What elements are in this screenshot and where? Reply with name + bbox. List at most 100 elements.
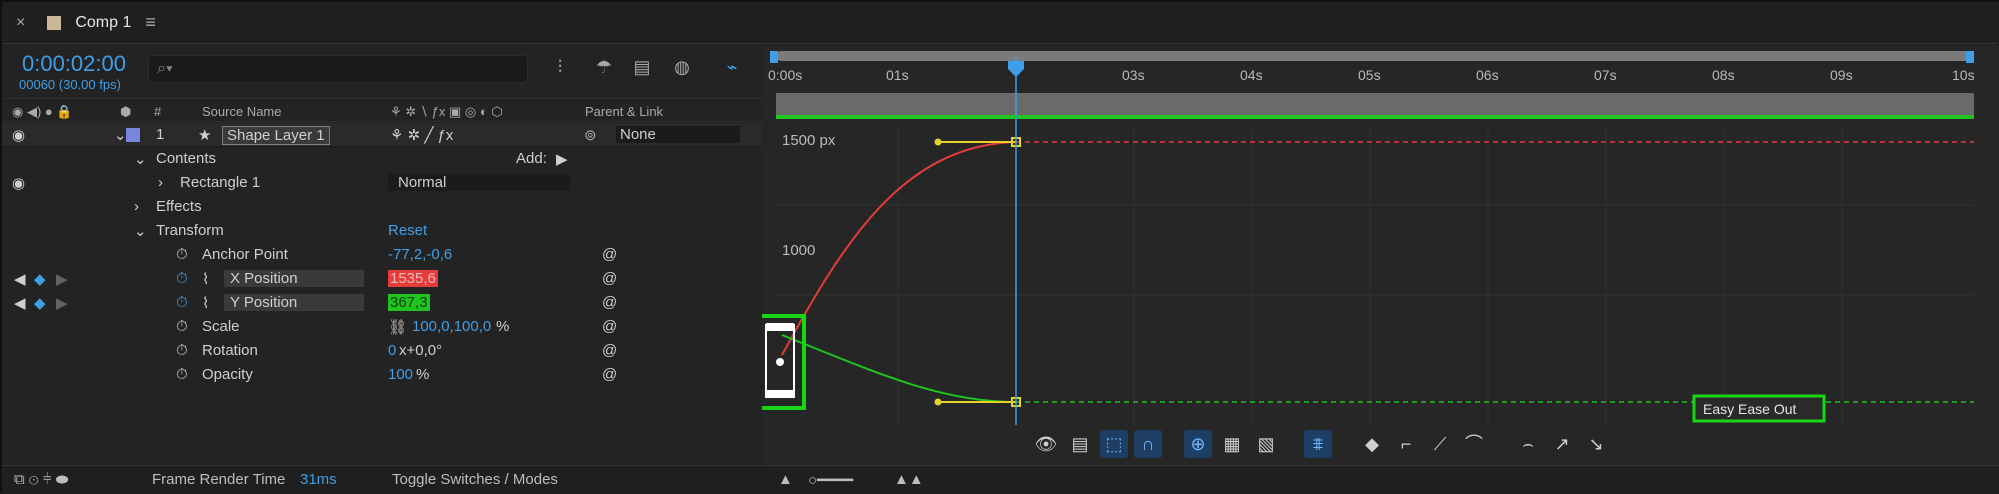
comp-flowchart-icon[interactable]: ⫶ (548, 55, 572, 79)
anchor-point-value[interactable]: -77,2,-0,6 (388, 246, 452, 263)
chevron-down-icon[interactable]: ⌄ (134, 222, 147, 240)
effects-row[interactable]: › Effects (2, 195, 762, 219)
zoom-out-icon[interactable]: ▲ (778, 471, 793, 488)
work-area-bar[interactable] (776, 93, 1974, 115)
edit-keyframe-icon[interactable]: ◆ (1358, 430, 1386, 458)
rotation-revolutions[interactable]: 0 (388, 342, 396, 359)
reset-link[interactable]: Reset (388, 222, 427, 239)
parent-dropdown[interactable]: None (616, 126, 740, 143)
chevron-down-icon[interactable]: ⌄ (134, 150, 147, 168)
anchor-point-row[interactable]: ⏱ Anchor Point -77,2,-0,6 @ (2, 243, 762, 267)
render-icons[interactable]: ⧉ ⊙ ⫩ ⬬ (14, 471, 68, 488)
prev-keyframe-icon[interactable]: ◀ (14, 294, 26, 312)
graph-editor-canvas[interactable]: 0:00s 01s 03s 04s 05s 06s 07s 08s 09s 10… (754, 45, 1999, 494)
y-position-value[interactable]: 367,3 (388, 294, 430, 311)
contents-row[interactable]: ⌄ Contents Add: ▶ (2, 147, 762, 171)
add-keyframe-icon[interactable]: ◆ (34, 294, 46, 312)
zoom-slider[interactable]: ○━━━━ (808, 471, 853, 489)
visibility-eye-icon[interactable]: ◉ (12, 126, 25, 144)
chevron-right-icon[interactable]: › (158, 174, 163, 191)
ruler-tick-1: 01s (886, 67, 909, 83)
column-header: ◉ ◀) ● 🔒 ⬢ # Source Name ⚘ ✲ ∖ ƒx ▣ ◎ ◐ … (2, 98, 762, 122)
stopwatch-icon[interactable]: ⏱ (176, 342, 188, 359)
expression-pickwhip-icon[interactable]: @ (602, 270, 617, 287)
frame-blending-icon[interactable]: ▤ (630, 55, 654, 79)
expression-pickwhip-icon[interactable]: @ (602, 342, 617, 359)
graph-editor-icon[interactable]: ⌁ (720, 55, 744, 79)
opacity-unit: % (416, 366, 430, 383)
stopwatch-icon[interactable]: ⏱ (176, 294, 188, 311)
time-navigator[interactable] (776, 51, 1974, 61)
easy-ease-icon[interactable]: ⌢ (1514, 430, 1542, 458)
hamburger-icon[interactable]: ≡ (145, 12, 156, 33)
y-position-row[interactable]: ◀ ◆ ▶ ⏱ ⌇ Y Position 367,3 @ (2, 291, 762, 315)
fit-all-icon[interactable]: ▧ (1252, 430, 1280, 458)
expression-pickwhip-icon[interactable]: @ (602, 294, 617, 311)
next-keyframe-icon[interactable]: ▶ (56, 270, 68, 288)
add-play-icon[interactable]: ▶ (556, 150, 568, 168)
y-position-curve[interactable] (781, 334, 1017, 403)
current-timecode[interactable]: 0:00:02:00 (22, 51, 126, 77)
separate-dimensions-icon[interactable]: ⩨ (1304, 430, 1332, 458)
easy-ease-in-icon[interactable]: ↗ (1548, 430, 1576, 458)
opacity-row[interactable]: ⏱ Opacity 100 % @ (2, 363, 762, 387)
x-position-curve[interactable] (781, 141, 1017, 356)
auto-zoom-icon[interactable]: ⊕ (1184, 430, 1212, 458)
graph-options-icon[interactable]: ▤ (1066, 430, 1094, 458)
rotation-row[interactable]: ⏱ Rotation 0 x+0,0° @ (2, 339, 762, 363)
layer-row[interactable]: ◉ ⌄ 1 ★ Shape Layer 1 ⚘ ✲ ╱ ƒx ⊚ None (2, 123, 762, 147)
layer-label-color[interactable] (126, 128, 140, 142)
stopwatch-icon[interactable]: ⏱ (176, 318, 188, 335)
shy-layers-icon[interactable]: ☂ (592, 55, 616, 79)
auto-bezier-icon[interactable]: ⌒ (1460, 430, 1488, 458)
toggle-switches-modes[interactable]: Toggle Switches / Modes (392, 471, 558, 488)
next-keyframe-icon[interactable]: ▶ (56, 294, 68, 312)
expression-pickwhip-icon[interactable]: @ (602, 246, 617, 263)
blend-mode-dropdown[interactable]: Normal (388, 174, 570, 191)
transform-row[interactable]: ⌄ Transform Reset (2, 219, 762, 243)
graph-toggle-icon[interactable]: ⌇ (202, 270, 209, 288)
graph-toggle-icon[interactable]: ⌇ (202, 294, 209, 312)
parent-link-header[interactable]: Parent & Link (585, 104, 663, 119)
stopwatch-icon[interactable]: ⏱ (176, 270, 188, 287)
pickwhip-icon[interactable]: ⊚ (584, 126, 597, 144)
motion-blur-icon[interactable]: ◍ (670, 55, 694, 79)
search-input[interactable]: ⌕▾ (148, 55, 528, 83)
close-tab-icon[interactable]: × (16, 14, 25, 32)
layer-name-field[interactable]: Shape Layer 1 (222, 126, 330, 145)
frame-info: 00060 (30.00 fps) (19, 77, 121, 92)
scale-value[interactable]: 100,0,100,0 (412, 318, 491, 335)
x-position-value[interactable]: 1535,6 (388, 270, 438, 287)
visibility-eye-icon[interactable]: ◉ (12, 174, 25, 192)
rotation-value[interactable]: x+0,0° (399, 342, 442, 359)
stopwatch-icon[interactable]: ⏱ (176, 366, 188, 383)
easy-ease-out-icon[interactable]: ↘ (1582, 430, 1610, 458)
constrain-link-icon[interactable]: ⛓ (388, 318, 407, 336)
search-icon: ⌕▾ (157, 60, 173, 77)
rectangle-row[interactable]: ◉ › Rectangle 1 Normal (2, 171, 762, 195)
fit-selection-icon[interactable]: ▦ (1218, 430, 1246, 458)
linear-keyframe-icon[interactable]: ⟋ (1426, 430, 1454, 458)
expression-pickwhip-icon[interactable]: @ (602, 318, 617, 335)
x-position-row[interactable]: ◀ ◆ ▶ ⏱ ⌇ X Position 1535,6 @ (2, 267, 762, 291)
opacity-value[interactable]: 100 (388, 366, 413, 383)
ruler-tick-4: 04s (1240, 67, 1263, 83)
comp-tab-title[interactable]: Comp 1 (75, 14, 131, 32)
zoom-in-icon[interactable]: ▲▲ (894, 471, 924, 488)
expand-chevron-icon[interactable]: ⌄ (114, 126, 127, 144)
layer-switch-icons[interactable]: ⚘ ✲ ╱ ƒx (390, 126, 453, 144)
chevron-right-icon[interactable]: › (134, 198, 139, 215)
snap-icon[interactable]: ∩ (1134, 430, 1162, 458)
expression-pickwhip-icon[interactable]: @ (602, 366, 617, 383)
graph-editor[interactable]: 0:00s 01s 03s 04s 05s 06s 07s 08s 09s 10… (754, 45, 1999, 494)
anchor-point-label: Anchor Point (202, 246, 288, 263)
scale-row[interactable]: ⏱ Scale ⛓ 100,0,100,0 % @ (2, 315, 762, 339)
prev-keyframe-icon[interactable]: ◀ (14, 270, 26, 288)
stopwatch-icon[interactable]: ⏱ (176, 246, 188, 263)
layer-index: 1 (156, 126, 165, 143)
hold-keyframe-icon[interactable]: ⌐ (1392, 430, 1420, 458)
show-properties-icon[interactable]: 👁 (1032, 430, 1060, 458)
add-keyframe-icon[interactable]: ◆ (34, 270, 46, 288)
show-transform-box-icon[interactable]: ⬚ (1100, 430, 1128, 458)
source-name-header[interactable]: Source Name (202, 104, 281, 119)
